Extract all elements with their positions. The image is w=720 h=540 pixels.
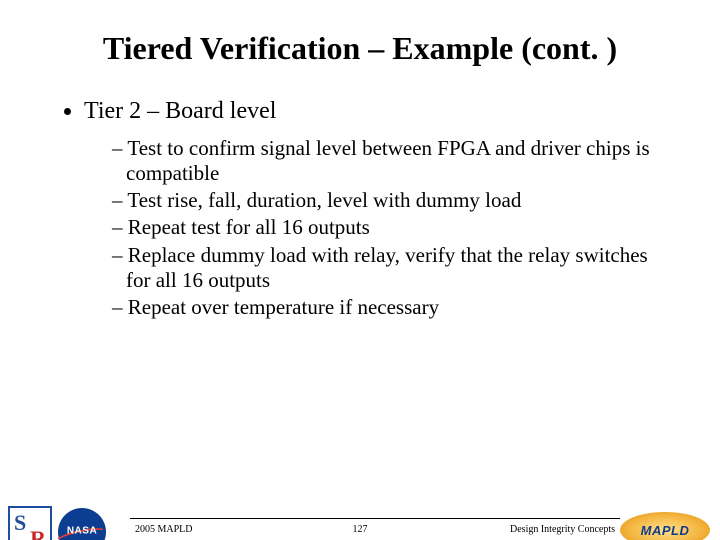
sub-bullet-item: – Test rise, fall, duration, level with … [112, 188, 660, 213]
nasa-logo-icon [58, 508, 106, 540]
sub-bullet-list: – Test to confirm signal level between F… [84, 136, 660, 320]
slide-footer: S R MAPLD 2005 MAPLD 127 Design Integrit… [0, 496, 720, 540]
slide: Tiered Verification – Example (cont. ) T… [0, 30, 720, 540]
slide-title: Tiered Verification – Example (cont. ) [0, 30, 720, 67]
sub-bullet-item: – Test to confirm signal level between F… [112, 136, 660, 186]
bullet-heading: Tier 2 – Board level [84, 98, 276, 124]
sr-logo: S R [8, 506, 52, 540]
slide-body: Tier 2 – Board level – Test to confirm s… [0, 97, 720, 320]
sub-bullet-item: – Repeat over temperature if necessary [112, 295, 660, 320]
bullet-item: Tier 2 – Board level – Test to confirm s… [84, 97, 660, 320]
mapld-logo: MAPLD [620, 512, 710, 540]
sub-bullet-item: – Repeat test for all 16 outputs [112, 215, 660, 240]
sr-logo-s: S [14, 510, 26, 536]
bullet-list: Tier 2 – Board level – Test to confirm s… [70, 97, 660, 320]
sr-logo-r: R [30, 526, 46, 540]
mapld-logo-label: MAPLD [620, 512, 710, 540]
footer-divider [130, 518, 620, 519]
footer-left-text: 2005 MAPLD [135, 524, 193, 535]
footer-center-text: 127 [353, 524, 368, 535]
sub-bullet-item: – Replace dummy load with relay, verify … [112, 243, 660, 293]
footer-right-text: Design Integrity Concepts [510, 524, 615, 535]
